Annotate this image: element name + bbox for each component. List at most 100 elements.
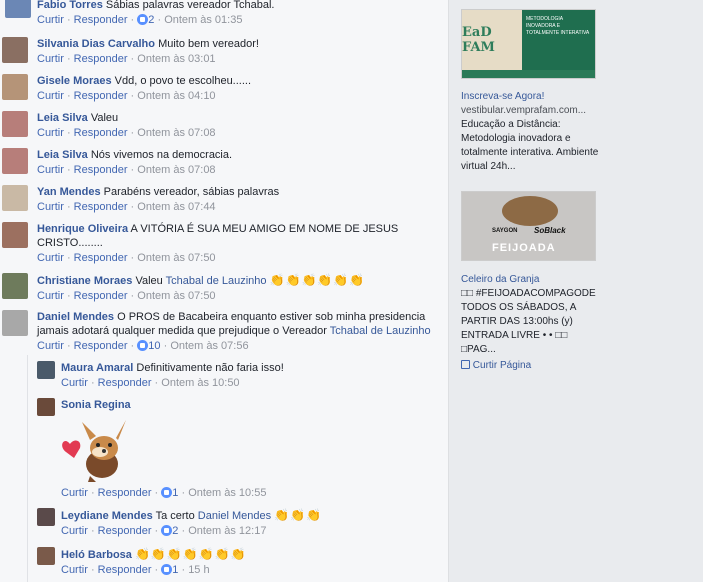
comment-author[interactable]: Daniel Mendes — [37, 311, 114, 323]
reply-text: Ta certo — [155, 510, 195, 522]
like-count-icon[interactable] — [161, 525, 173, 536]
like-link[interactable]: Curtir — [61, 377, 88, 389]
comment-author[interactable]: Leia Silva — [37, 112, 88, 124]
ad-url[interactable]: vestibular.vemprafam.com... — [461, 104, 601, 118]
avatar[interactable] — [2, 310, 28, 336]
comment-text: Valeu — [135, 275, 163, 287]
reply-time[interactable]: Ontem às 10:55 — [188, 487, 266, 499]
reply-author[interactable]: Heló Barbosa — [61, 549, 132, 561]
ad-text-feijoada: Celeiro da Granja □□ #FEIJOADACOMPAGODE … — [461, 273, 601, 373]
comment-time[interactable]: Ontem às 07:50 — [137, 290, 215, 302]
reply-actions: Curtir · Responder · 2 · Ontem às 12:17 — [61, 525, 267, 537]
comment-time[interactable]: Ontem às 07:56 — [170, 340, 248, 352]
reply-actions: Curtir · Responder · 1 · Ontem às 10:55 — [61, 487, 267, 499]
reply-author[interactable]: Leydiane Mendes — [61, 510, 153, 522]
like-link[interactable]: Curtir — [37, 53, 64, 65]
like-count-icon[interactable] — [137, 340, 149, 351]
comment-author[interactable]: Yan Mendes — [37, 186, 101, 198]
reply-link[interactable]: Responder — [98, 377, 152, 389]
comment-time[interactable]: Ontem às 07:44 — [137, 201, 215, 213]
ad-banner-ead[interactable]: EaD FAM METODOLOGIA INOVADORA E TOTALMEN… — [461, 9, 596, 79]
reply-time[interactable]: 15 h — [188, 564, 209, 576]
comment-time[interactable]: Ontem às 03:01 — [137, 53, 215, 65]
like-count-icon[interactable] — [161, 487, 173, 498]
like-link[interactable]: Curtir — [61, 564, 88, 576]
comment-author[interactable]: Fabio Torres — [37, 0, 103, 11]
avatar[interactable] — [37, 398, 55, 416]
comment-author[interactable]: Gisele Moraes — [37, 75, 112, 87]
like-link[interactable]: Curtir — [61, 487, 88, 499]
food-bowl-image — [502, 196, 558, 226]
reply-thread-line — [27, 355, 28, 582]
comment-author[interactable]: Silvania Dias Carvalho — [37, 38, 155, 50]
reply-link[interactable]: Responder — [74, 164, 128, 176]
ad-text-ead: Inscreva-se Agora! vestibular.vemprafam.… — [461, 90, 601, 174]
comment-time[interactable]: Ontem às 01:35 — [164, 14, 242, 26]
avatar[interactable] — [5, 0, 31, 18]
comment-actions: Curtir · Responder · Ontem às 07:08 — [37, 164, 216, 176]
like-count-icon[interactable] — [161, 564, 173, 575]
avatar[interactable] — [37, 508, 55, 526]
reply-link[interactable]: Responder — [74, 127, 128, 139]
like-link[interactable]: Curtir — [37, 14, 64, 26]
like-link[interactable]: Curtir — [37, 127, 64, 139]
like-link[interactable]: Curtir — [61, 525, 88, 537]
reply-link[interactable]: Responder — [98, 487, 152, 499]
like-link[interactable]: Curtir — [37, 90, 64, 102]
like-link[interactable]: Curtir — [37, 201, 64, 213]
reply-link[interactable]: Responder — [74, 340, 128, 352]
reply-time[interactable]: Ontem às 12:17 — [188, 525, 266, 537]
reply-link[interactable]: Responder — [98, 564, 152, 576]
comments-panel: Fabio Torres Sábias palavras vereador Tc… — [0, 0, 449, 582]
avatar[interactable] — [2, 222, 28, 248]
comment-text: Nós vivemos na democracia. — [90, 149, 233, 161]
ad-banner-text: FEIJOADA — [492, 242, 556, 254]
avatar[interactable] — [37, 361, 55, 379]
avatar[interactable] — [2, 37, 28, 63]
like-link[interactable]: Curtir — [37, 290, 64, 302]
thumbs-up-icon[interactable] — [461, 360, 470, 369]
comment-author[interactable]: Christiane Moraes — [37, 275, 132, 287]
reply-link[interactable]: Responder — [74, 90, 128, 102]
comment-author[interactable]: Leia Silva — [37, 149, 88, 161]
comment-author[interactable]: Henrique Oliveira — [37, 223, 128, 235]
comment-actions: Curtir · Responder · Ontem às 03:01 — [37, 53, 216, 65]
avatar[interactable] — [37, 547, 55, 565]
comment-time[interactable]: Ontem às 07:08 — [137, 127, 215, 139]
like-count[interactable]: 10 — [148, 340, 160, 352]
clapping-hands-icon: 👏👏👏👏👏👏 — [269, 273, 366, 287]
ad-title[interactable]: Celeiro da Granja — [461, 273, 601, 287]
comment-time[interactable]: Ontem às 07:50 — [137, 252, 215, 264]
like-page-link[interactable]: Curtir Página — [473, 360, 531, 371]
like-link[interactable]: Curtir — [37, 252, 64, 264]
ad-description: □□ #FEIJOADACOMPAGODE TODOS OS SÁBADOS, … — [461, 288, 596, 355]
mention-link[interactable]: Tchabal de Lauzinho — [330, 325, 431, 337]
reply-link[interactable]: Responder — [74, 53, 128, 65]
clapping-hands-icon: 👏👏👏 — [274, 508, 323, 522]
avatar[interactable] — [2, 74, 28, 100]
like-link[interactable]: Curtir — [37, 164, 64, 176]
avatar[interactable] — [2, 273, 28, 299]
comment-text: Sábias palavras vereador Tchabal. — [105, 0, 275, 11]
like-link[interactable]: Curtir — [37, 340, 64, 352]
reply-author[interactable]: Maura Amaral — [61, 362, 133, 374]
ad-title[interactable]: Inscreva-se Agora! — [461, 90, 601, 104]
reply-time[interactable]: Ontem às 10:50 — [161, 377, 239, 389]
comment-time[interactable]: Ontem às 07:08 — [137, 164, 215, 176]
mention-link[interactable]: Tchabal de Lauzinho — [166, 275, 267, 287]
avatar[interactable] — [2, 111, 28, 137]
avatar[interactable] — [2, 148, 28, 174]
reply-link[interactable]: Responder — [74, 201, 128, 213]
ad-brand-soblack: SoBlack — [534, 226, 566, 235]
reply-author[interactable]: Sonia Regina — [61, 399, 131, 411]
reply-link[interactable]: Responder — [98, 525, 152, 537]
reply-link[interactable]: Responder — [74, 14, 128, 26]
avatar[interactable] — [2, 185, 28, 211]
comment-time[interactable]: Ontem às 04:10 — [137, 90, 215, 102]
mention-link[interactable]: Daniel Mendes — [198, 510, 271, 522]
ad-banner-feijoada[interactable]: SAYGON SoBlack FEIJOADA — [461, 191, 596, 261]
like-count-icon[interactable] — [137, 14, 149, 25]
ad-banner-footer — [462, 70, 595, 78]
reply-link[interactable]: Responder — [74, 252, 128, 264]
reply-link[interactable]: Responder — [74, 290, 128, 302]
